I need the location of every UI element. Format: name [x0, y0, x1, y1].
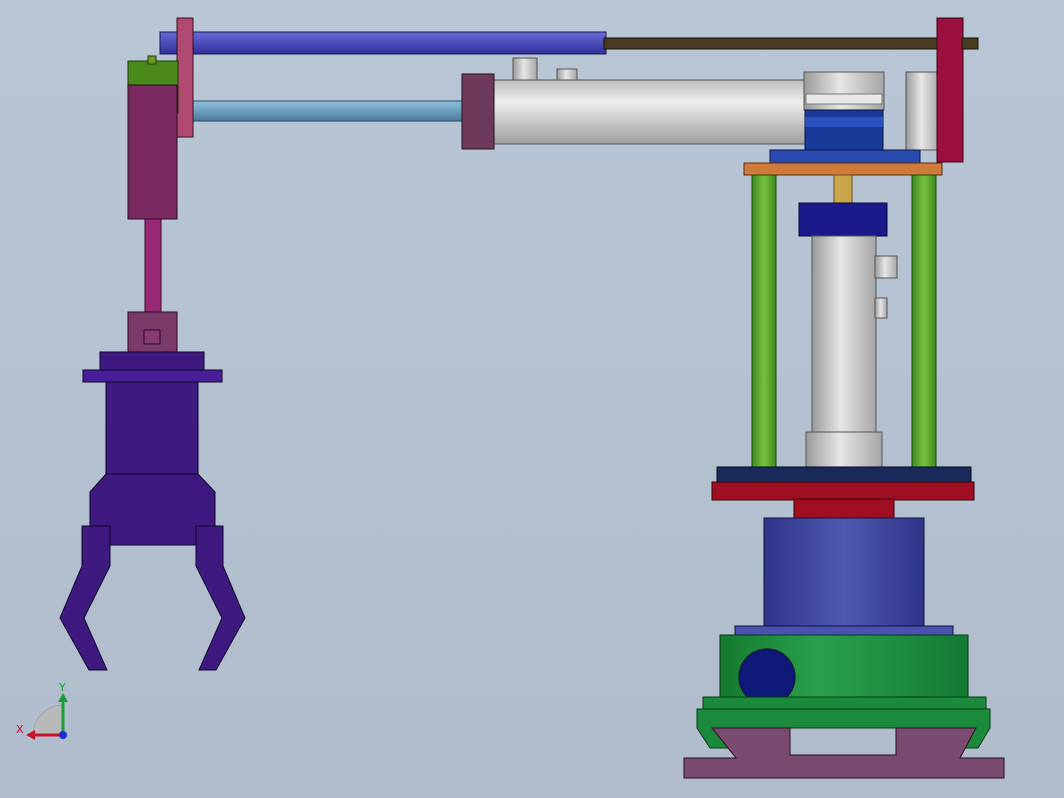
cylinder-port-right: [556, 68, 578, 81]
gripper-top-block: [99, 351, 205, 373]
cylinder-port-left: [512, 57, 538, 81]
base-blue-drum: [763, 517, 925, 629]
base-feet: [683, 727, 1005, 779]
rod-nut-right: [961, 37, 979, 50]
brass-shaft: [833, 174, 853, 206]
actuator-blue-stripe: [805, 117, 883, 127]
right-end-plate: [936, 17, 964, 163]
base-red-hub: [793, 498, 895, 520]
wrist-coupling-slot: [143, 329, 161, 345]
cylinder-right-cap: [905, 71, 941, 151]
wrist-rod: [144, 218, 162, 314]
light-blue-rod: [189, 100, 465, 122]
wrist-block: [127, 84, 178, 220]
z-axis-dot: [59, 731, 67, 739]
arm-wrist: [127, 17, 194, 355]
left-green-pillar: [751, 174, 777, 472]
right-green-pillar: [911, 174, 937, 472]
gripper-body: [105, 381, 199, 475]
gripper: [59, 351, 246, 671]
y-axis-label: Y: [58, 681, 66, 694]
orientation-triad[interactable]: Y X: [16, 681, 68, 740]
column-motor-cap: [798, 202, 888, 237]
robot-base: [683, 466, 1005, 779]
left-end-plate: [176, 17, 194, 138]
robot-arm-drawing: Y X: [16, 17, 1005, 779]
cylinder-body: [491, 79, 809, 145]
column-cylinder: [811, 235, 877, 437]
base-navy-plate: [716, 466, 972, 484]
column-lower-collar: [805, 431, 883, 469]
column-port-lower: [874, 297, 888, 319]
top-blue-plate: [769, 149, 921, 165]
triad-quadrant: [32, 704, 64, 736]
x-axis-label: X: [16, 723, 24, 736]
green-bracket-tab: [147, 55, 157, 65]
x-axis-arrowhead: [26, 730, 35, 740]
y-axis-arrowhead: [58, 693, 68, 702]
cylinder-left-end-plate: [461, 73, 495, 150]
guide-rod: [603, 37, 979, 50]
top-orange-plate: [743, 162, 943, 176]
gripper-flange: [82, 369, 223, 383]
vertical-column: [751, 174, 937, 472]
actuator-blue-block: [804, 109, 884, 153]
column-port-upper: [874, 255, 898, 279]
actuator-knurl: [805, 93, 883, 105]
upper-blue-rod: [159, 31, 607, 55]
gripper-right-finger: [195, 525, 246, 671]
gripper-left-finger: [59, 525, 111, 671]
cad-viewport[interactable]: Y X: [0, 0, 1064, 798]
base-green-lip: [702, 696, 987, 710]
base-red-plate: [711, 481, 975, 501]
